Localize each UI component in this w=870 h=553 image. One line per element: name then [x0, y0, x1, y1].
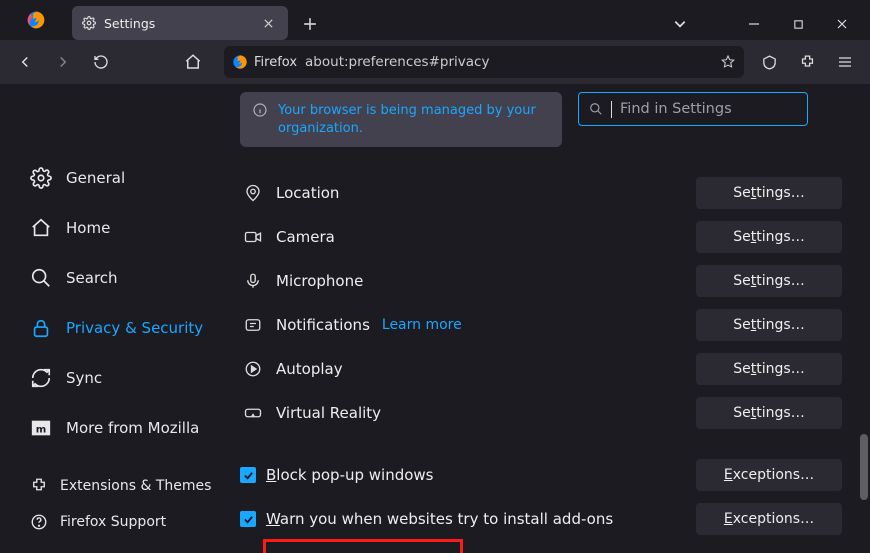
perm-row-camera: Camera Settings…: [240, 215, 870, 259]
url-bar[interactable]: Firefox about:preferences#privacy: [224, 46, 744, 78]
settings-button-camera[interactable]: Settings…: [696, 221, 842, 253]
extensions-button[interactable]: [790, 45, 824, 79]
search-placeholder: Find in Settings: [620, 101, 732, 117]
perm-row-vr: Virtual Reality Settings…: [240, 391, 870, 435]
warn-addons-checkbox[interactable]: [240, 511, 256, 527]
vr-icon: [240, 404, 266, 422]
notifications-learn-more-link[interactable]: Learn more: [382, 317, 462, 333]
firefox-app-icon: [0, 0, 72, 40]
close-tab-button[interactable]: [258, 13, 278, 33]
url-text: about:preferences#privacy: [305, 54, 712, 70]
exceptions-button-popups[interactable]: Exceptions…: [696, 459, 842, 491]
sidebar-label-search: Search: [66, 269, 118, 287]
sidebar-label-support: Firefox Support: [60, 514, 166, 530]
settings-search-input[interactable]: Find in Settings: [578, 92, 808, 126]
perm-row-notifications: Notifications Learn more Settings…: [240, 303, 870, 347]
settings-button-location[interactable]: Settings…: [696, 177, 842, 209]
block-popups-checkbox[interactable]: [240, 467, 256, 483]
checkbox-row-block-popups: Block pop-up windows Exceptions…: [240, 453, 870, 497]
sidebar-item-more-mozilla[interactable]: m More from Mozilla: [30, 408, 240, 448]
sidebar-label-privacy: Privacy & Security: [66, 319, 203, 337]
perm-label-camera: Camera: [276, 228, 335, 246]
settings-button-notifications[interactable]: Settings…: [696, 309, 842, 341]
pocket-button[interactable]: [752, 45, 786, 79]
scrollbar-thumb[interactable]: [860, 434, 868, 500]
sidebar-label-sync: Sync: [66, 369, 102, 387]
sidebar-label-extensions: Extensions & Themes: [60, 478, 211, 494]
org-managed-banner[interactable]: Your browser is being managed by your or…: [240, 92, 562, 147]
settings-button-microphone[interactable]: Settings…: [696, 265, 842, 297]
org-managed-text: Your browser is being managed by your or…: [278, 102, 546, 137]
sidebar-label-general: General: [66, 169, 125, 187]
tabs-dropdown-button[interactable]: [658, 8, 702, 40]
camera-icon: [240, 228, 266, 246]
settings-button-vr[interactable]: Settings…: [696, 397, 842, 429]
sidebar-item-home[interactable]: Home: [30, 208, 240, 248]
window-close-button[interactable]: [820, 8, 864, 40]
perm-label-location: Location: [276, 184, 339, 202]
new-tab-button[interactable]: [294, 8, 326, 40]
sidebar-item-privacy[interactable]: Privacy & Security: [30, 308, 240, 348]
window-maximize-button[interactable]: [776, 8, 820, 40]
perm-row-microphone: Microphone Settings…: [240, 259, 870, 303]
settings-button-autoplay[interactable]: Settings…: [696, 353, 842, 385]
svg-text:m: m: [36, 425, 47, 436]
sidebar-item-extensions[interactable]: Extensions & Themes: [30, 470, 240, 502]
location-icon: [240, 184, 266, 202]
autoplay-icon: [240, 360, 266, 378]
identity-box[interactable]: Firefox: [232, 54, 297, 70]
sidebar-item-support[interactable]: Firefox Support: [30, 506, 240, 538]
perm-row-location: Location Settings…: [240, 171, 870, 215]
browser-tab[interactable]: Settings: [72, 6, 288, 40]
info-icon: [252, 102, 268, 137]
perm-label-autoplay: Autoplay: [276, 360, 343, 378]
sidebar-item-sync[interactable]: Sync: [30, 358, 240, 398]
window-minimize-button[interactable]: [732, 8, 776, 40]
sidebar-item-general[interactable]: General: [30, 158, 240, 198]
search-icon: [589, 102, 603, 116]
perm-row-autoplay: Autoplay Settings…: [240, 347, 870, 391]
microphone-icon: [240, 272, 266, 290]
bookmark-star-button[interactable]: [720, 54, 736, 70]
identity-label: Firefox: [254, 55, 297, 70]
sidebar-label-more: More from Mozilla: [66, 419, 199, 437]
reload-button[interactable]: [84, 45, 118, 79]
notifications-icon: [240, 316, 266, 334]
warn-addons-label: Warn you when websites try to install ad…: [266, 510, 613, 528]
home-button[interactable]: [176, 45, 210, 79]
sidebar-item-search[interactable]: Search: [30, 258, 240, 298]
perm-label-vr: Virtual Reality: [276, 404, 381, 422]
app-menu-button[interactable]: [828, 45, 862, 79]
sidebar-label-home: Home: [66, 219, 110, 237]
exceptions-button-addons[interactable]: Exceptions…: [696, 503, 842, 535]
settings-sidebar: General Home Search Privacy & Security S…: [0, 84, 240, 553]
tab-title: Settings: [104, 16, 155, 31]
checkbox-row-warn-addons: Warn you when websites try to install ad…: [240, 497, 870, 541]
perm-label-microphone: Microphone: [276, 272, 363, 290]
block-popups-label: Block pop-up windows: [266, 466, 434, 484]
nav-back-button[interactable]: [8, 45, 42, 79]
gear-icon: [82, 16, 96, 30]
nav-forward-button[interactable]: [46, 45, 80, 79]
perm-label-notifications: Notifications: [276, 316, 370, 334]
